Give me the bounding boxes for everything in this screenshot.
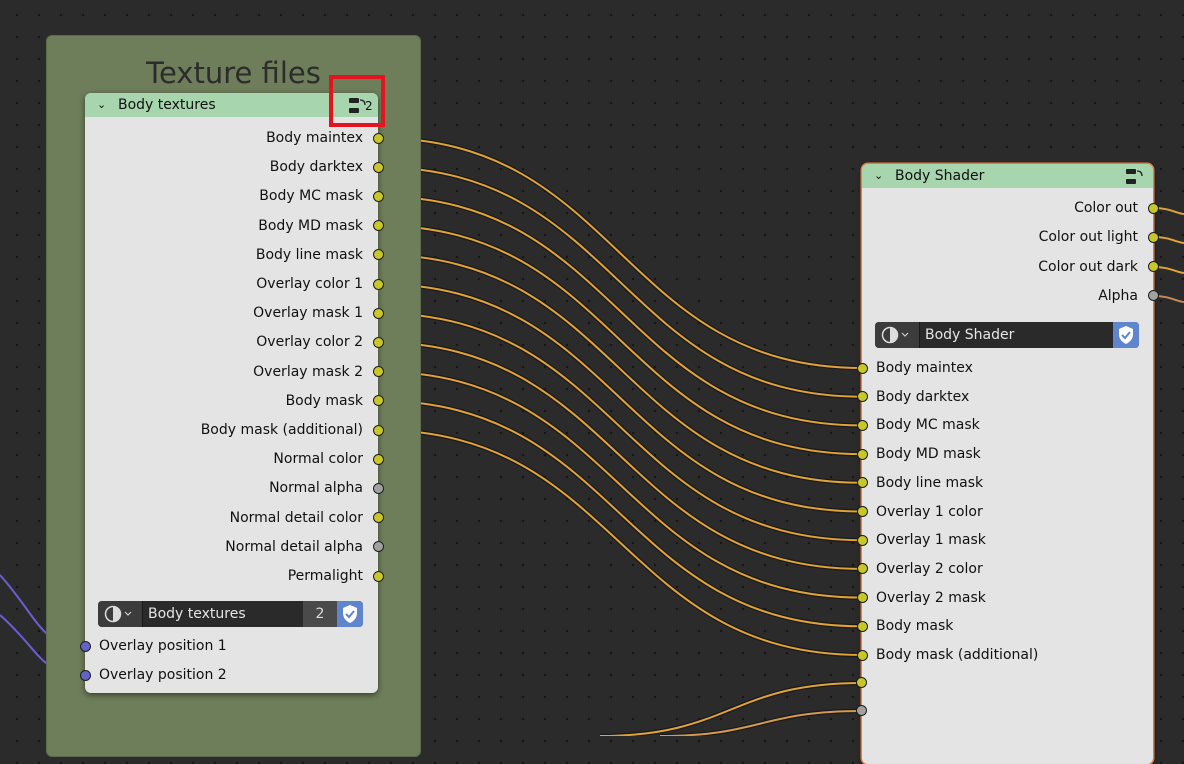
output-socket[interactable] bbox=[372, 307, 384, 319]
output-label: Normal detail color bbox=[229, 509, 363, 526]
link bbox=[377, 399, 863, 628]
node-group-name[interactable]: Body textures bbox=[148, 601, 246, 627]
input-label: Body mask (additional) bbox=[876, 647, 1039, 663]
chevron-down-icon[interactable]: ⌄ bbox=[97, 93, 106, 117]
output-label: Body MD mask bbox=[258, 217, 363, 234]
input-label: Overlay 2 color bbox=[876, 560, 983, 577]
input-label: Body mask bbox=[876, 618, 954, 635]
input-socket[interactable] bbox=[79, 669, 91, 681]
output-socket[interactable] bbox=[372, 366, 384, 378]
output-label: Color out dark bbox=[1038, 258, 1138, 275]
input-label: Body maintex bbox=[876, 360, 973, 376]
input-label: Body MC mask bbox=[876, 417, 980, 434]
output-socket[interactable] bbox=[372, 249, 384, 261]
output-label: Body line mask bbox=[255, 246, 363, 263]
input-label: Overlay position 2 bbox=[99, 667, 227, 683]
output-label: Normal color bbox=[273, 451, 363, 468]
output-label: Alpha bbox=[1098, 287, 1138, 304]
node-group-selector[interactable]: Body Shader bbox=[875, 322, 1139, 348]
output-socket[interactable] bbox=[1147, 202, 1159, 214]
output-socket[interactable] bbox=[372, 278, 384, 290]
input-socket[interactable] bbox=[79, 640, 91, 652]
input-label: Overlay 1 color bbox=[876, 503, 983, 520]
output-label: Overlay mask 1 bbox=[253, 305, 363, 322]
node-title: Body textures bbox=[118, 97, 216, 113]
node-tree-icon[interactable] bbox=[875, 322, 920, 348]
node-tree-icon[interactable] bbox=[98, 601, 143, 627]
link bbox=[377, 341, 863, 570]
output-socket[interactable] bbox=[372, 512, 384, 524]
output-label: Body mask bbox=[285, 392, 363, 409]
link bbox=[377, 166, 863, 398]
node-group-icon[interactable] bbox=[1124, 167, 1150, 195]
shield-check-icon[interactable] bbox=[337, 601, 363, 627]
output-label: Color out light bbox=[1038, 229, 1138, 246]
output-socket[interactable] bbox=[372, 482, 384, 494]
link bbox=[377, 283, 863, 513]
node-body-shader[interactable]: ⌄ Body Shader Color out Color out light Co… bbox=[856, 164, 1159, 764]
input-socket[interactable] bbox=[856, 477, 868, 489]
input-socket[interactable] bbox=[856, 563, 868, 575]
input-socket[interactable] bbox=[856, 506, 868, 517]
input-label: Overlay position 1 bbox=[99, 638, 227, 654]
output-label: Overlay mask 2 bbox=[253, 363, 363, 380]
input-socket-color[interactable] bbox=[856, 677, 867, 688]
input-label: Body MD mask bbox=[876, 446, 981, 463]
input-socket[interactable] bbox=[856, 391, 868, 403]
input-socket-value[interactable] bbox=[856, 705, 867, 716]
link bbox=[377, 224, 863, 456]
output-label: Color out bbox=[1074, 200, 1138, 216]
node-title: Body Shader bbox=[895, 168, 985, 184]
link bbox=[377, 312, 863, 542]
input-socket[interactable] bbox=[856, 419, 868, 431]
link bbox=[377, 429, 863, 656]
input-label: Body line mask bbox=[876, 474, 984, 491]
output-socket[interactable] bbox=[1147, 290, 1159, 302]
node-header[interactable]: ⌄ Body Shader bbox=[862, 164, 1153, 188]
output-socket[interactable] bbox=[372, 132, 384, 144]
output-label: Body maintex bbox=[266, 130, 363, 146]
output-socket[interactable] bbox=[372, 570, 384, 582]
output-socket[interactable] bbox=[372, 424, 384, 436]
output-socket[interactable] bbox=[372, 395, 384, 407]
output-socket[interactable] bbox=[372, 190, 384, 202]
input-socket[interactable] bbox=[856, 592, 868, 604]
output-socket[interactable] bbox=[1147, 261, 1159, 273]
output-socket[interactable] bbox=[372, 161, 384, 173]
annotation-highlight-box bbox=[329, 75, 385, 127]
node-body-textures[interactable]: ⌄ Body textures 2 Body maintex Body darkt… bbox=[79, 93, 384, 693]
node-group-user-count[interactable]: 2 bbox=[303, 601, 337, 627]
node-group-name[interactable]: Body Shader bbox=[925, 322, 1014, 348]
shield-check-icon[interactable] bbox=[1113, 322, 1139, 348]
link bbox=[377, 195, 863, 427]
chevron-down-icon[interactable]: ⌄ bbox=[874, 164, 883, 188]
output-label: Normal alpha bbox=[269, 480, 363, 497]
output-label: Overlay color 2 bbox=[256, 334, 363, 351]
link bbox=[377, 137, 863, 369]
node-group-selector[interactable]: Body textures 2 bbox=[98, 601, 363, 627]
output-socket[interactable] bbox=[1147, 231, 1159, 243]
output-socket[interactable] bbox=[372, 541, 384, 553]
output-label: Overlay color 1 bbox=[256, 276, 363, 292]
output-socket[interactable] bbox=[372, 336, 384, 348]
link bbox=[377, 253, 863, 484]
input-label: Overlay 1 mask bbox=[876, 532, 986, 549]
output-label: Body mask (additional) bbox=[200, 422, 363, 438]
output-label: Permalight bbox=[287, 568, 363, 584]
input-socket[interactable] bbox=[856, 362, 868, 374]
input-socket[interactable] bbox=[856, 534, 868, 546]
output-label: Body MC mask bbox=[259, 188, 363, 205]
output-socket[interactable] bbox=[372, 453, 384, 465]
output-socket[interactable] bbox=[372, 220, 384, 232]
input-label: Body darktex bbox=[876, 388, 970, 405]
output-label: Body darktex bbox=[269, 159, 363, 176]
link bbox=[377, 370, 863, 599]
input-socket[interactable] bbox=[856, 448, 868, 460]
output-label: Normal detail alpha bbox=[225, 538, 363, 555]
input-label: Overlay 2 mask bbox=[876, 589, 986, 606]
input-socket[interactable] bbox=[856, 649, 868, 661]
input-socket[interactable] bbox=[856, 620, 868, 632]
